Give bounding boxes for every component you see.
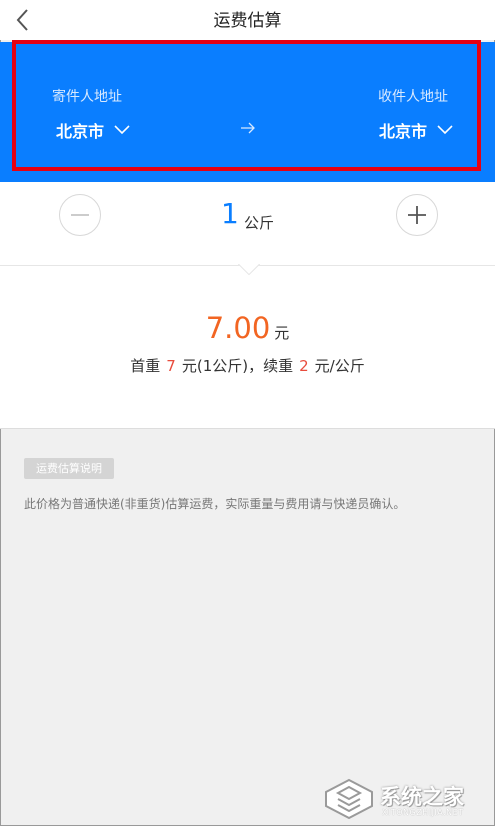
arrow-right-icon	[241, 122, 255, 134]
weight-stepper: 1 公斤	[0, 182, 495, 266]
price-unit: 元	[274, 324, 290, 342]
price-panel: 7.00 元 首重 7 元(1公斤)，续重 2 元/公斤	[0, 266, 495, 429]
price-line: 7.00 元	[0, 311, 495, 345]
receiver-city-select[interactable]: 北京市	[379, 118, 453, 142]
price-detail: 首重 7 元(1公斤)，续重 2 元/公斤	[0, 355, 495, 376]
watermark-logo-icon	[325, 778, 373, 820]
increase-weight-button[interactable]	[396, 194, 438, 236]
extra-weight-price: 2	[299, 357, 309, 375]
plus-icon	[408, 206, 426, 224]
weight-value: 1	[221, 197, 239, 230]
decrease-weight-button[interactable]	[59, 194, 101, 236]
minus-icon	[71, 214, 89, 216]
watermark: 系统之家 XITONGZHIJIA.NET	[322, 777, 490, 821]
first-weight-price: 7	[166, 357, 176, 375]
watermark-name: 系统之家	[380, 785, 464, 809]
note-text: 此价格为普通快递(非重货)估算运费，实际重量与费用请与快递员确认。	[24, 497, 406, 511]
sender-address-label: 寄件人地址	[52, 89, 122, 105]
extra-weight-unit: 元/公斤	[314, 357, 365, 375]
chevron-down-icon	[437, 125, 453, 135]
sender-city-value: 北京市	[56, 122, 105, 141]
price-pointer	[238, 264, 260, 275]
price-amount: 7.00	[205, 311, 271, 345]
first-weight-unit: 元(1公斤)，续重	[181, 357, 294, 375]
first-weight-label: 首重	[130, 357, 161, 375]
weight-unit: 公斤	[244, 214, 275, 232]
receiver-city-value: 北京市	[379, 122, 428, 141]
note-tag: 运费估算说明	[24, 458, 114, 479]
top-bar: 运费估算	[0, 0, 495, 40]
sender-city-select[interactable]: 北京市	[56, 118, 130, 142]
receiver-address-label: 收件人地址	[378, 89, 448, 105]
chevron-down-icon	[114, 125, 130, 135]
page-title: 运费估算	[213, 11, 282, 31]
watermark-sub: XITONGZHIJIA.NET	[382, 808, 464, 817]
